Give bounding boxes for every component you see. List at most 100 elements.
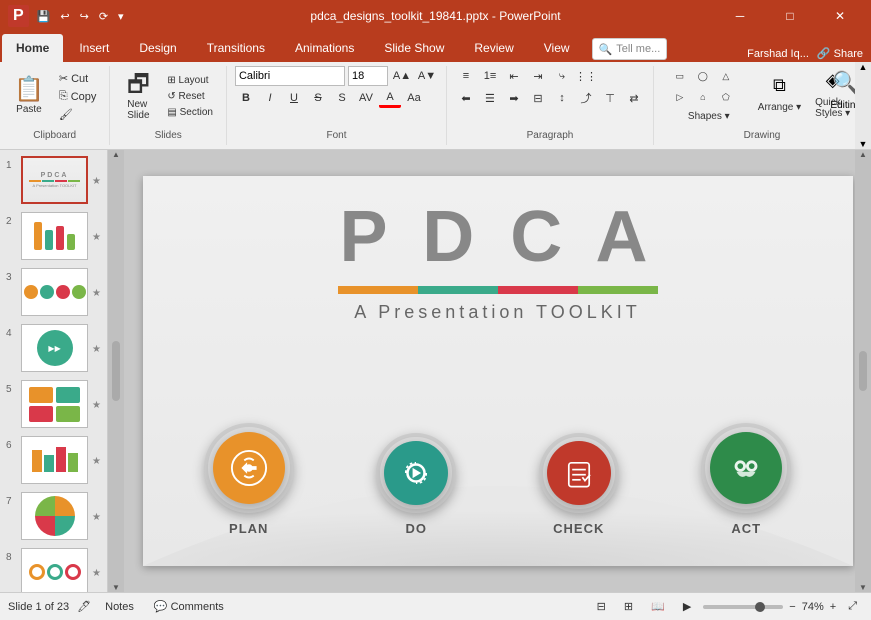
- ribbon-scroll[interactable]: ▲ ▼: [855, 62, 871, 149]
- slide-thumb-5[interactable]: 5 ★: [4, 378, 103, 430]
- slide-thumb-3[interactable]: 3 ★: [4, 266, 103, 318]
- slideshow-button[interactable]: ▶: [677, 599, 697, 614]
- convert-smartart-button[interactable]: ⇄: [623, 88, 645, 108]
- tab-design[interactable]: Design: [125, 34, 190, 62]
- shape-btn-6[interactable]: ⬠: [715, 87, 737, 107]
- right-scroll-thumb[interactable]: [859, 351, 867, 391]
- font-color-button[interactable]: A: [379, 88, 401, 108]
- slide-thumb-1[interactable]: 1 PDCA A Presentation TOOLKIT ★: [4, 154, 103, 206]
- shape-btn-3[interactable]: △: [715, 66, 737, 86]
- notes-button[interactable]: Notes: [99, 600, 140, 614]
- shape-btn-1[interactable]: ▭: [669, 66, 691, 86]
- bullet-list-button[interactable]: ≡: [455, 66, 477, 86]
- align-text-button[interactable]: ⊤: [599, 88, 621, 108]
- shape-btn-5[interactable]: ⌂: [692, 87, 714, 107]
- slide-img-4[interactable]: ▶▶: [21, 324, 88, 372]
- align-center-button[interactable]: ☰: [479, 88, 501, 108]
- align-left-button[interactable]: ⬅: [455, 88, 477, 108]
- zoom-minus-button[interactable]: −: [789, 601, 795, 613]
- layout-button[interactable]: ⊞ Layout: [162, 73, 218, 88]
- slide-canvas-area[interactable]: ▲ ▼ P D C A A Presentation TOOLKIT: [108, 150, 871, 592]
- slide-panel[interactable]: 1 PDCA A Presentation TOOLKIT ★ 2: [0, 150, 108, 592]
- plan-circle-wrap[interactable]: PLAN: [204, 423, 294, 536]
- zoom-plus-button[interactable]: +: [830, 601, 836, 613]
- reading-view-button[interactable]: 📖: [645, 599, 671, 614]
- slide-thumb-6[interactable]: 6 ★: [4, 434, 103, 486]
- scroll-top-btn[interactable]: ▲: [112, 150, 120, 159]
- tab-slideshow[interactable]: Slide Show: [370, 34, 458, 62]
- scroll-thumb-v[interactable]: [112, 341, 120, 401]
- tell-me-box[interactable]: 🔍 Tell me...: [592, 38, 668, 60]
- shape-btn-2[interactable]: ◯: [692, 66, 714, 86]
- slide-thumb-8[interactable]: 8 ★: [4, 546, 103, 592]
- align-right-button[interactable]: ➡: [503, 88, 525, 108]
- check-circle-wrap[interactable]: CHECK: [539, 433, 619, 536]
- save-qa-button[interactable]: 💾: [33, 8, 55, 25]
- scroll-bottom-btn[interactable]: ▼: [112, 583, 120, 592]
- slide-img-1[interactable]: PDCA A Presentation TOOLKIT: [21, 156, 88, 204]
- slide-thumb-7[interactable]: 7 ★: [4, 490, 103, 542]
- slide-img-2[interactable]: [21, 212, 88, 260]
- italic-button[interactable]: I: [259, 88, 281, 108]
- undo-qa-button[interactable]: ↩: [56, 8, 73, 25]
- section-button[interactable]: ▤ Section: [162, 105, 218, 120]
- zoom-slider[interactable]: [703, 605, 783, 609]
- new-slide-button[interactable]: 🗗 NewSlide: [118, 71, 158, 123]
- ribbon-scroll-down[interactable]: ▼: [859, 139, 868, 149]
- slide-img-5[interactable]: [21, 380, 88, 428]
- font-case-button[interactable]: Aa: [403, 88, 425, 108]
- shapes-label-button[interactable]: Shapes ▾: [683, 109, 735, 124]
- slide-canvas[interactable]: P D C A A Presentation TOOLKIT: [143, 176, 853, 566]
- right-scroll-down[interactable]: ▼: [859, 583, 867, 592]
- font-size-input[interactable]: [348, 66, 388, 86]
- close-button[interactable]: ✕: [817, 0, 863, 32]
- tab-transitions[interactable]: Transitions: [193, 34, 279, 62]
- tab-home[interactable]: Home: [2, 34, 63, 62]
- slide-img-3[interactable]: [21, 268, 88, 316]
- act-circle-wrap[interactable]: ACT: [701, 423, 791, 536]
- columns-button[interactable]: ⋮⋮: [575, 66, 597, 86]
- increase-indent-button[interactable]: ⇥: [527, 66, 549, 86]
- maximize-button[interactable]: □: [767, 0, 813, 32]
- slide-thumb-2[interactable]: 2 ★: [4, 210, 103, 262]
- shape-btn-4[interactable]: ▷: [669, 87, 691, 107]
- decrease-font-button[interactable]: A▼: [416, 66, 438, 86]
- cut-button[interactable]: ✂Cut: [54, 70, 102, 87]
- slide-thumb-4[interactable]: 4 ▶▶ ★: [4, 322, 103, 374]
- slide-img-7[interactable]: [21, 492, 88, 540]
- tab-animations[interactable]: Animations: [281, 34, 368, 62]
- replay-qa-button[interactable]: ⟳: [95, 8, 112, 25]
- underline-button[interactable]: U: [283, 88, 305, 108]
- share-button[interactable]: 🔗 Share: [817, 47, 863, 60]
- text-direction-button[interactable]: ⤴: [575, 88, 597, 108]
- increase-font-button[interactable]: A▲: [391, 66, 413, 86]
- tab-review[interactable]: Review: [460, 34, 527, 62]
- reset-button[interactable]: ↺ Reset: [162, 89, 218, 104]
- copy-button[interactable]: ⎘Copy: [54, 88, 102, 105]
- do-circle-wrap[interactable]: DO: [376, 433, 456, 536]
- smartart-button[interactable]: ⤷: [551, 66, 573, 86]
- char-spacing-button[interactable]: AV: [355, 88, 377, 108]
- ribbon-scroll-up[interactable]: ▲: [859, 62, 868, 72]
- decrease-indent-button[interactable]: ⇤: [503, 66, 525, 86]
- customize-qa-button[interactable]: ▾: [114, 8, 128, 25]
- font-family-input[interactable]: [235, 66, 345, 86]
- normal-view-button[interactable]: ⊟: [591, 599, 612, 614]
- tab-insert[interactable]: Insert: [65, 34, 123, 62]
- justify-button[interactable]: ⊟: [527, 88, 549, 108]
- tab-view[interactable]: View: [530, 34, 584, 62]
- shadow-button[interactable]: S: [331, 88, 353, 108]
- slide-img-8[interactable]: [21, 548, 88, 592]
- bold-button[interactable]: B: [235, 88, 257, 108]
- strikethrough-button[interactable]: S: [307, 88, 329, 108]
- fit-window-button[interactable]: ⤢: [842, 599, 863, 614]
- comments-button[interactable]: 💬 Comments: [148, 599, 230, 614]
- format-painter-button[interactable]: 🖌: [54, 106, 102, 123]
- paste-button[interactable]: 📋 Paste: [8, 76, 50, 117]
- user-name[interactable]: Farshad Iq...: [747, 48, 809, 60]
- arrange-button[interactable]: Arrange ▾: [753, 100, 806, 115]
- right-scroll-up[interactable]: ▲: [859, 150, 867, 159]
- numbered-list-button[interactable]: 1≡: [479, 66, 501, 86]
- zoom-thumb[interactable]: [755, 602, 765, 612]
- line-spacing-button[interactable]: ↕: [551, 88, 573, 108]
